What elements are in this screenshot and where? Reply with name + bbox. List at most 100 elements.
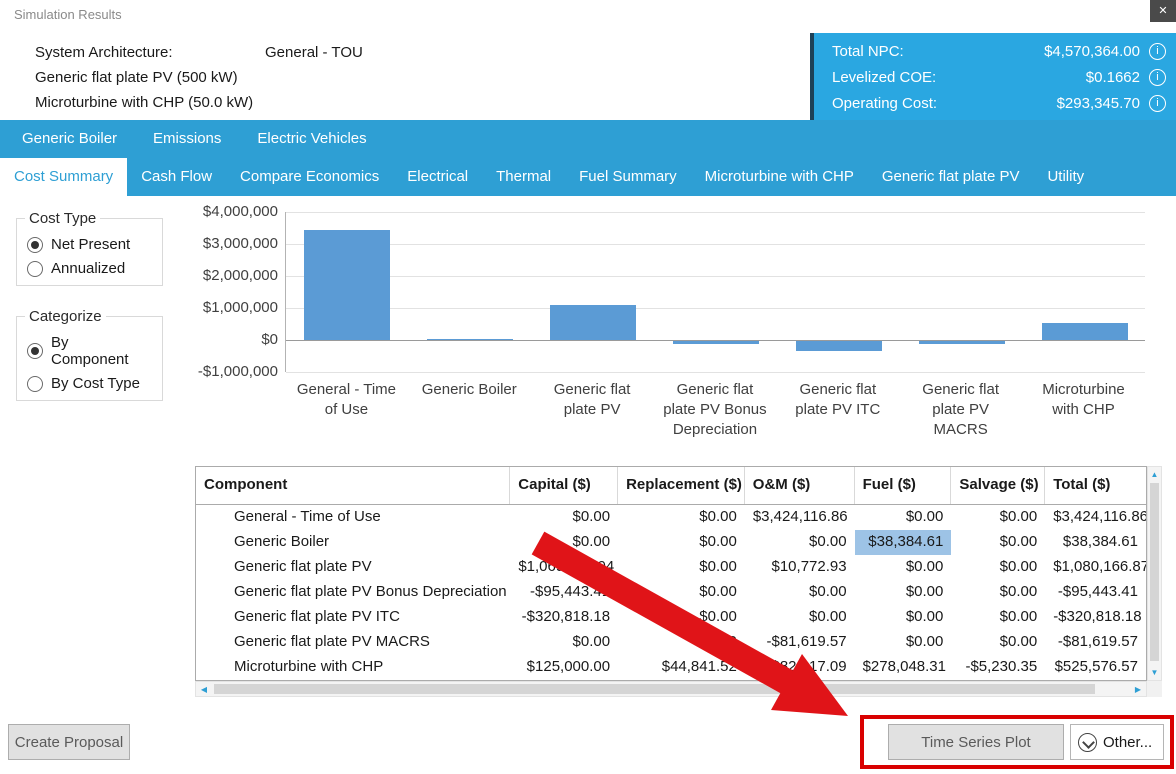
tab-fuel-summary[interactable]: Fuel Summary [565,158,691,196]
create-proposal-button[interactable]: Create Proposal [8,724,130,760]
chart-bar[interactable] [919,341,1005,344]
scroll-left-icon[interactable]: ◀ [196,685,212,694]
table-cell: $0.00 [855,555,952,580]
tab-utility[interactable]: Utility [1033,158,1098,196]
x-category-label: Generic flat plate PV Bonus Depreciation [654,380,777,440]
x-category-label: Generic Boiler [408,380,531,440]
table-horizontal-scrollbar[interactable]: ◀ ▶ [195,681,1147,697]
table-row[interactable]: Microturbine with CHP$125,000.00$44,841.… [196,655,1146,680]
column-header-o-m[interactable]: O&M ($) [745,467,855,504]
tab-compare-economics[interactable]: Compare Economics [226,158,393,196]
metric-row: Total NPC:$4,570,364.00i [832,38,1166,64]
table-cell: $10,772.93 [745,555,855,580]
gridline [286,244,1145,245]
radio-label: Net Present [51,236,130,253]
x-category-label: Generic flat plate PV MACRS [899,380,1022,440]
tab-cost-summary[interactable]: Cost Summary [0,158,127,196]
cost-bar-chart [285,212,1145,372]
table-cell: $0.00 [951,505,1045,530]
chart-bar[interactable] [1042,323,1128,340]
radio-option-net-present[interactable]: Net Present [27,236,150,253]
table-cell: $0.00 [951,580,1045,605]
horizontal-scroll-thumb[interactable] [214,684,1095,694]
table-cell: General - Time of Use [196,505,510,530]
horizontal-scroll-track[interactable] [212,682,1130,696]
table-cell: $0.00 [618,580,745,605]
x-category-label: General - Time of Use [285,380,408,440]
column-header-replacement[interactable]: Replacement ($) [618,467,745,504]
table-cell: $0.00 [745,530,855,555]
table-row[interactable]: Generic Boiler$0.00$0.00$0.00$38,384.61$… [196,530,1146,555]
gridline [286,276,1145,277]
radio-option-by-component[interactable]: By Component [27,334,150,368]
tab-thermal[interactable]: Thermal [482,158,565,196]
categorize-legend: Categorize [25,308,106,325]
chart-bar[interactable] [427,339,513,340]
column-header-capital[interactable]: Capital ($) [510,467,618,504]
table-cell: -$320,818.18 [510,605,618,630]
vertical-scroll-thumb[interactable] [1150,483,1159,661]
table-row[interactable]: Generic flat plate PV$1,069,393.94$0.00$… [196,555,1146,580]
chart-bar[interactable] [673,341,759,344]
column-header-total[interactable]: Total ($) [1045,467,1146,504]
table-cell: $38,384.61 [1045,530,1146,555]
y-tick-label: $1,000,000 [203,299,278,316]
radio-option-by-cost-type[interactable]: By Cost Type [27,375,150,392]
table-cell: $0.00 [510,505,618,530]
categorize-group: Categorize By Component By Cost Type [16,308,163,401]
table-cell: Generic flat plate PV [196,555,510,580]
table-cell: $44,841.52 [618,655,745,680]
table-cell: $1,069,393.94 [510,555,618,580]
other-dropdown-button[interactable]: Other... [1070,724,1164,760]
close-icon[interactable]: ✕ [1150,0,1176,22]
radio-unselected-icon [27,261,43,277]
system-architecture-value: General - TOU [265,44,363,61]
tab-microturbine-with-chp[interactable]: Microturbine with CHP [691,158,868,196]
table-cell: $0.00 [951,605,1045,630]
chart-y-axis: $4,000,000$3,000,000$2,000,000$1,000,000… [150,212,278,387]
table-cell: $0.00 [510,630,618,655]
info-icon[interactable]: i [1149,69,1166,86]
tab-bar-results: Cost SummaryCash FlowCompare EconomicsEl… [0,158,1176,196]
metric-row: Operating Cost:$293,345.70i [832,90,1166,116]
table-row[interactable]: Generic flat plate PV Bonus Depreciation… [196,580,1146,605]
table-cell: $525,576.57 [1045,655,1146,680]
table-row[interactable]: Generic flat plate PV ITC-$320,818.18$0.… [196,605,1146,630]
metric-value: $4,570,364.00 [1044,43,1140,60]
chart-x-axis-labels: General - Time of UseGeneric Boiler Gener… [285,380,1145,440]
info-icon[interactable]: i [1149,95,1166,112]
metric-label: Levelized COE: [832,69,936,86]
column-header-salvage[interactable]: Salvage ($) [951,467,1045,504]
tab-generic-flat-plate-pv[interactable]: Generic flat plate PV [868,158,1034,196]
chart-bar[interactable] [550,305,636,340]
gridline [286,372,1145,373]
x-category-label: Microturbine with CHP [1022,380,1145,440]
column-header-component[interactable]: Component [196,467,510,504]
table-cell: $1,080,166.87 [1045,555,1146,580]
chart-bar[interactable] [796,341,882,351]
table-cell: Generic flat plate PV Bonus Depreciation [196,580,510,605]
tab-cash-flow[interactable]: Cash Flow [127,158,226,196]
time-series-plot-button[interactable]: Time Series Plot [888,724,1064,760]
table-row[interactable]: General - Time of Use$0.00$0.00$3,424,11… [196,505,1146,530]
table-cell: $0.00 [618,505,745,530]
y-tick-label: $4,000,000 [203,203,278,220]
radio-selected-icon [27,343,43,359]
scroll-right-icon[interactable]: ▶ [1130,685,1146,694]
scroll-down-icon[interactable]: ▼ [1148,665,1161,680]
tab-electrical[interactable]: Electrical [393,158,482,196]
scroll-up-icon[interactable]: ▲ [1148,467,1161,482]
tab-electric-vehicles[interactable]: Electric Vehicles [239,120,384,158]
tab-emissions[interactable]: Emissions [135,120,239,158]
other-button-label: Other... [1103,734,1152,751]
tab-generic-boiler[interactable]: Generic Boiler [4,120,135,158]
table-cell: $278,048.31 [855,655,952,680]
radio-option-annualized[interactable]: Annualized [27,260,150,277]
table-row[interactable]: Generic flat plate PV MACRS$0.00$0.00-$8… [196,630,1146,655]
x-category-label: Generic flat plate PV ITC [776,380,899,440]
table-vertical-scrollbar[interactable]: ▲ ▼ [1147,466,1162,681]
column-header-fuel[interactable]: Fuel ($) [855,467,952,504]
info-icon[interactable]: i [1149,43,1166,60]
chart-bar[interactable] [304,230,390,340]
title-bar: Simulation Results ✕ [0,0,1176,30]
